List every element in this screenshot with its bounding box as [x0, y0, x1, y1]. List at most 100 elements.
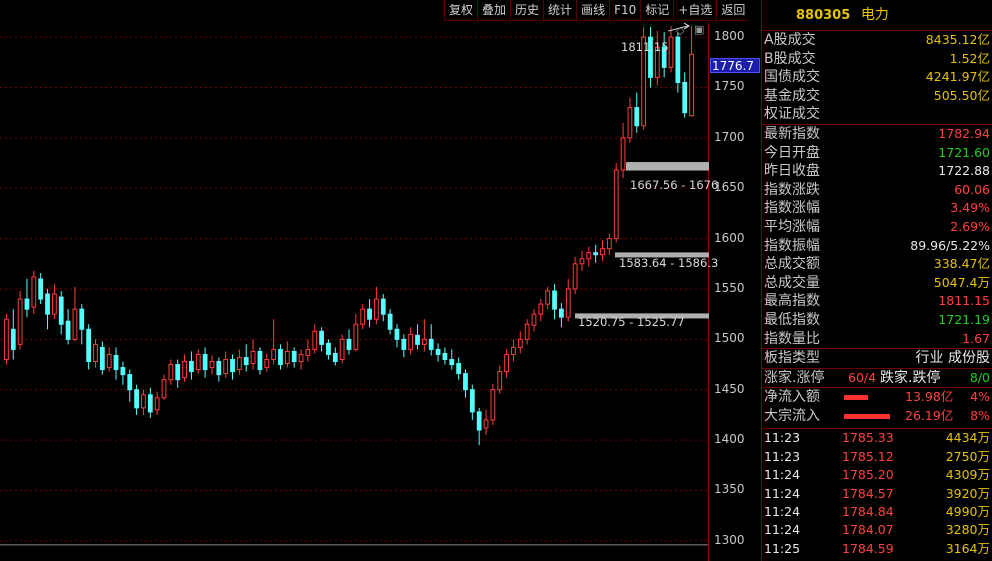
- volume-value: 1.52亿: [949, 50, 990, 66]
- tick-volume: 3164万: [945, 540, 990, 556]
- candle-body: [99, 346, 105, 371]
- add-watchlist-button[interactable]: +自选: [673, 0, 717, 21]
- index-stat-label: 指数涨幅: [764, 200, 820, 217]
- index-stat-row: 最高指数 1811.15: [762, 292, 992, 311]
- candle-body: [668, 36, 674, 68]
- tick-time: 11:23: [764, 448, 801, 464]
- volume-value: 505.50亿: [933, 87, 990, 103]
- candle-body: [600, 248, 605, 256]
- mark-button[interactable]: 标记: [640, 0, 674, 21]
- index-stat-value: 1721.19: [938, 311, 990, 327]
- tick-price: 1785.20: [842, 467, 894, 483]
- candle-body: [367, 308, 372, 320]
- candle-body: [86, 328, 92, 363]
- candle-body: [517, 338, 523, 348]
- candle-body: [339, 338, 345, 361]
- draw-line-button[interactable]: 画线: [576, 0, 610, 21]
- candle-body: [394, 328, 400, 340]
- high-point-label: 1811.15: [621, 40, 669, 54]
- index-info-panel: 880305 电力 A股成交 8435.12亿 B股成交 1.52亿 国债成交 4241.…: [761, 0, 992, 561]
- tick-row[interactable]: 11:24 1784.57 3920万: [762, 485, 992, 503]
- candle-body: [524, 323, 530, 340]
- candle-body: [559, 308, 564, 318]
- candle-body: [278, 348, 283, 366]
- tick-time: 11:25: [764, 540, 801, 556]
- tick-row[interactable]: 11:24 1784.07 3280万: [762, 521, 992, 539]
- candle-body: [182, 361, 187, 379]
- candle-body: [209, 361, 215, 369]
- volume-value: 8435.12亿: [925, 32, 990, 47]
- sector-type-value[interactable]: 行业 成份股: [916, 349, 990, 368]
- price-tick-label: 1700: [714, 129, 745, 144]
- overlay-button[interactable]: 叠加: [477, 0, 511, 21]
- index-stat-value: 5047.4万: [933, 274, 990, 290]
- tick-row[interactable]: 11:23 1785.12 2750万: [762, 448, 992, 466]
- tick-row[interactable]: 11:25 1784.59 3164万: [762, 540, 992, 558]
- index-stat-value: 2.69%: [950, 218, 990, 234]
- candle-body: [79, 308, 85, 330]
- tick-time: 11:24: [764, 504, 801, 520]
- tick-row[interactable]: 11:23 1785.33 4434万: [762, 429, 992, 447]
- candle-body: [236, 356, 242, 371]
- candle-body: [627, 107, 633, 139]
- diamond-icon[interactable]: ◇: [676, 24, 684, 37]
- tick-time: 11:23: [764, 430, 801, 446]
- volume-label: 权证成交: [764, 106, 820, 123]
- candle-body: [511, 346, 516, 355]
- volume-label: A股成交: [764, 32, 816, 48]
- candle-body: [545, 290, 551, 305]
- net-inflow-pct: 4%: [970, 389, 990, 405]
- window-toggle-icon[interactable]: ▣: [694, 23, 704, 36]
- index-stat-value: 1782.94: [938, 125, 990, 141]
- candle-body: [380, 298, 386, 315]
- net-inflow-value: 13.98亿: [905, 389, 954, 405]
- index-stat-row: 总成交额 338.47亿: [762, 255, 992, 274]
- index-stat-row: 最新指数 1782.94: [762, 125, 992, 144]
- rise-label: 涨家.涨停: [764, 369, 825, 386]
- tick-list[interactable]: 11:23 1785.33 4434万 11:23 1785.12 2750万 11:24 1…: [762, 428, 992, 558]
- candle-body: [442, 352, 448, 361]
- candle-body: [401, 338, 407, 350]
- candle-body: [552, 290, 557, 310]
- index-stat-row: 今日开盘 1721.60: [762, 144, 992, 163]
- candle-body: [456, 363, 462, 375]
- index-stat-value: 1721.60: [938, 144, 990, 160]
- f10-button[interactable]: F10: [609, 0, 641, 21]
- index-stat-label: 指数涨跌: [764, 181, 820, 198]
- candle-body: [243, 356, 249, 366]
- statistics-button[interactable]: 统计: [543, 0, 577, 21]
- volume-section: A股成交 8435.12亿 B股成交 1.52亿 国债成交 4241.97亿 基金成交 505…: [762, 30, 992, 124]
- volume-row: A股成交 8435.12亿: [762, 31, 992, 50]
- chart-canvas[interactable]: [0, 22, 709, 561]
- block-inflow-pct: 8%: [970, 407, 990, 423]
- block-inflow-label: 大宗流入: [764, 407, 820, 424]
- candle-body: [195, 353, 201, 371]
- candle-body: [675, 36, 681, 83]
- candlestick-chart[interactable]: [0, 22, 709, 561]
- candle-body: [230, 359, 235, 373]
- tick-row[interactable]: 11:24 1784.84 4990万: [762, 503, 992, 521]
- price-tick-label: 1400: [714, 432, 745, 447]
- candle-body: [52, 293, 57, 315]
- back-button[interactable]: 返回: [716, 0, 750, 21]
- index-stat-row: 指数涨幅 3.49%: [762, 199, 992, 218]
- index-stat-label: 总成交量: [764, 274, 820, 291]
- index-stat-row: 指数涨跌 60.06: [762, 181, 992, 200]
- index-code: 880305: [796, 8, 851, 23]
- candle-body: [298, 353, 304, 363]
- tick-row[interactable]: 11:24 1785.20 4309万: [762, 466, 992, 484]
- candle-body: [65, 320, 71, 340]
- tick-price: 1785.33: [842, 430, 894, 446]
- tick-price: 1784.07: [842, 522, 894, 538]
- candle-body: [58, 296, 64, 325]
- restore-rights-button[interactable]: 复权: [444, 0, 478, 21]
- price-tick-label: 1600: [714, 230, 745, 245]
- price-tick-label: 1450: [714, 381, 745, 396]
- candle-body: [264, 359, 270, 369]
- candle-body: [374, 298, 379, 320]
- price-tick-label: 1550: [714, 280, 745, 295]
- index-stat-label: 最新指数: [764, 125, 820, 142]
- history-button[interactable]: 历史: [510, 0, 544, 21]
- candle-body: [154, 397, 160, 411]
- net-inflow-row: 净流入额 13.98亿 4%: [762, 387, 992, 407]
